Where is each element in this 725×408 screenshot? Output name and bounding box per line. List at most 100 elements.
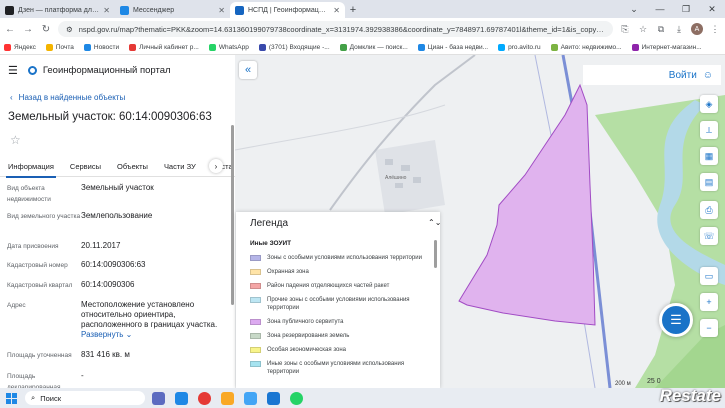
property-row: Адрес Местоположение установлено относит…: [7, 300, 229, 340]
url-field[interactable]: ⚙ nspd.gov.ru/map?thematic=PKK&zoom=14.6…: [58, 21, 613, 37]
bookmark-item[interactable]: Авито: недвижимо...: [550, 43, 622, 51]
legend-item: Зона резервирования земель: [250, 332, 430, 340]
bookmark-label: Новости: [93, 43, 120, 51]
close-icon[interactable]: ✕: [333, 6, 340, 15]
legend-item: Зона публичного сервитута: [250, 318, 430, 326]
chevron-down-icon[interactable]: ⌄: [621, 4, 647, 15]
legend-title: Легенда: [250, 218, 289, 229]
legend-item: Район падения отделяющихся частей ракет: [250, 282, 430, 290]
chrome-icon[interactable]: [198, 391, 211, 405]
bookmark-item[interactable]: Личный кабинет р...: [129, 43, 199, 51]
site-info-icon[interactable]: ⚙: [66, 25, 73, 34]
new-tab-button[interactable]: +: [345, 2, 361, 18]
property-value: Землепользование: [81, 211, 153, 220]
property-row: Кадастровый квартал 60:14:0090306: [7, 280, 229, 291]
tabs-scroll-right-icon[interactable]: ›: [209, 159, 223, 173]
legend-scrollbar[interactable]: [434, 240, 437, 268]
bookmark-label: pro.avito.ru: [508, 43, 541, 51]
bookmark-label: Почта: [55, 43, 74, 51]
menu-dots-icon[interactable]: ⋮: [709, 24, 721, 35]
measure-icon[interactable]: ⟂: [700, 121, 718, 139]
domclick-icon: [339, 43, 347, 51]
tab-objects[interactable]: Объекты: [109, 157, 156, 177]
bookmark-label: Яндекс: [14, 43, 36, 51]
village-label: Алёшино: [385, 175, 407, 181]
whatsapp-app-icon[interactable]: [290, 391, 303, 405]
property-value: 60:14:0090306: [81, 280, 135, 289]
extensions-icon[interactable]: ⧉: [655, 24, 667, 35]
panel-scrollbar[interactable]: [231, 125, 234, 305]
browser-tab-active[interactable]: НСПД | Геоинформационный ✕: [230, 2, 345, 18]
user-icon[interactable]: ☺: [703, 70, 713, 81]
expand-address-link[interactable]: Развернуть ⌄: [81, 330, 132, 339]
zoom-in-icon[interactable]: +: [700, 293, 718, 311]
property-row: Площадь декларированная -: [7, 371, 229, 388]
tab-information[interactable]: Информация: [0, 157, 62, 178]
browser-tab-strip: Дзен — платформа для прос ✕ Мессенджер ✕…: [0, 0, 725, 18]
browser-tab[interactable]: Мессенджер ✕: [115, 2, 230, 18]
maximize-icon[interactable]: ❐: [673, 4, 699, 15]
browser-tab[interactable]: Дзен — платформа для прос ✕: [0, 2, 115, 18]
info-tabs: Информация Сервисы Объекты Части ЗУ Сост…: [0, 157, 235, 178]
translate-icon[interactable]: ⎘: [619, 24, 631, 35]
bookmark-item[interactable]: WhatsApp: [208, 43, 249, 51]
mail-app-icon[interactable]: [267, 391, 280, 405]
legend-item: Особая экономическая зона: [250, 346, 430, 354]
chat-button[interactable]: ☰: [659, 303, 693, 337]
search-icon: ⌕: [31, 393, 36, 402]
widgets-icon[interactable]: [152, 391, 165, 405]
property-row: Вид земельного участка Землепользование: [7, 211, 229, 222]
taskbar-search[interactable]: ⌕ Поиск: [25, 391, 145, 405]
legend-icon[interactable]: ▭: [700, 267, 718, 285]
layers-icon[interactable]: ◈: [700, 95, 718, 113]
close-icon[interactable]: ✕: [218, 6, 225, 15]
bookmark-item[interactable]: pro.avito.ru: [498, 43, 541, 51]
bookmark-label: WhatsApp: [218, 43, 249, 51]
print-icon[interactable]: ⎙: [700, 201, 718, 219]
grid-alt-icon[interactable]: ▤: [700, 173, 718, 191]
portal-logo-icon: [27, 65, 37, 75]
legend-item: Зоны с особыми условиями использования т…: [250, 254, 430, 262]
downloads-icon[interactable]: ⤓: [673, 24, 685, 35]
bookmark-item[interactable]: Домклик — поиск...: [339, 43, 408, 51]
profile-avatar[interactable]: A: [691, 23, 703, 35]
bookmark-item[interactable]: Циан - база недви...: [417, 43, 488, 51]
bookmark-item[interactable]: (3701) Входящие -...: [258, 43, 330, 51]
search-label: Поиск: [40, 393, 61, 403]
back-arrow-icon[interactable]: ←: [4, 24, 16, 35]
collapse-panel-button[interactable]: «: [239, 61, 257, 79]
bookmark-star-icon[interactable]: ☆: [637, 24, 649, 35]
avito-icon: [550, 43, 558, 51]
grid-icon[interactable]: ▦: [700, 147, 718, 165]
hamburger-menu-icon[interactable]: ☰: [8, 64, 18, 77]
page-content: ☰ Геоинформационный портал ‹ Назад в най…: [0, 55, 725, 388]
property-value: Земельный участок: [81, 183, 154, 192]
tab-services[interactable]: Сервисы: [62, 157, 109, 177]
bookmark-label: Интернет-магазин...: [641, 43, 702, 51]
edge-icon[interactable]: [175, 391, 188, 405]
window-controls: ⌄ — ❐ ✕: [621, 0, 725, 18]
windows-start-icon[interactable]: [6, 392, 17, 404]
property-key: Адрес: [7, 302, 26, 309]
file-explorer-icon[interactable]: [221, 391, 234, 405]
portal-header: ☰ Геоинформационный портал: [0, 55, 235, 85]
bookmark-item[interactable]: Новости: [83, 43, 120, 51]
reload-icon[interactable]: ↻: [40, 24, 52, 35]
zoom-out-icon[interactable]: −: [700, 319, 718, 337]
store-icon[interactable]: [244, 391, 257, 405]
minimize-icon[interactable]: —: [647, 4, 673, 14]
bookmark-item[interactable]: Почта: [45, 43, 74, 51]
chevron-left-icon: ‹: [10, 93, 13, 102]
bookmark-label: (3701) Входящие -...: [268, 43, 330, 51]
support-icon[interactable]: ☏: [700, 227, 718, 245]
close-icon[interactable]: ✕: [103, 6, 110, 15]
tab-parcel-parts[interactable]: Части ЗУ: [156, 157, 204, 177]
favorite-star-icon[interactable]: ☆: [10, 133, 21, 147]
close-window-icon[interactable]: ✕: [699, 4, 725, 15]
forward-arrow-icon[interactable]: →: [22, 24, 34, 35]
login-button[interactable]: Войти: [669, 70, 697, 81]
bookmark-item[interactable]: Интернет-магазин...: [631, 43, 702, 51]
back-to-results-link[interactable]: ‹ Назад в найденные объекты: [10, 93, 125, 102]
legend-collapse-icon[interactable]: ⌃⌄: [428, 218, 440, 227]
bookmark-item[interactable]: Яндекс: [4, 43, 36, 51]
